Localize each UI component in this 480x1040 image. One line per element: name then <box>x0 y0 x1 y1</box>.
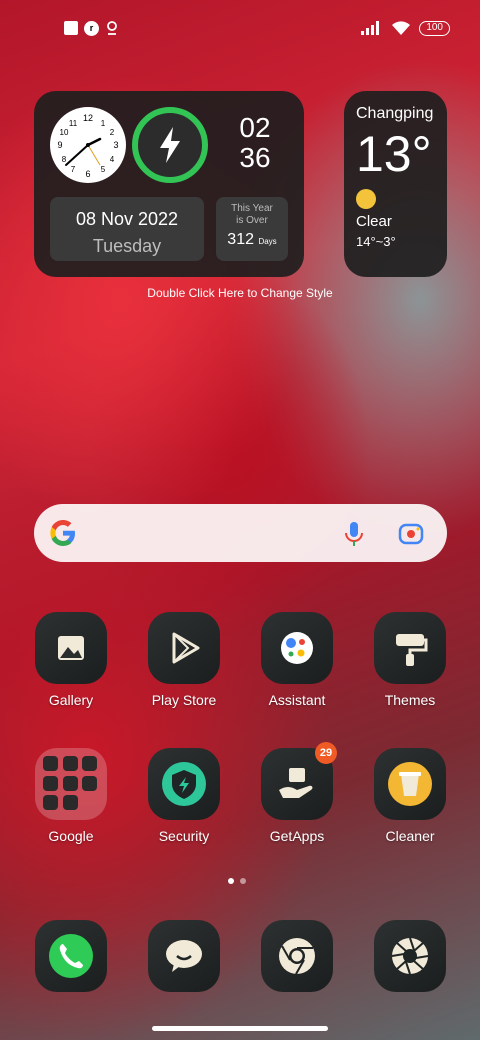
google-mini-icon <box>62 756 78 771</box>
cleaner-icon <box>374 748 446 820</box>
app-getapps[interactable]: 29 GetApps <box>249 742 345 844</box>
phone-icon <box>35 920 107 992</box>
year-over-label: This Year is Over <box>216 203 288 227</box>
page-indicator <box>228 878 246 884</box>
app-gallery[interactable]: Gallery <box>23 612 119 708</box>
app-notification-icon <box>64 21 78 35</box>
google-folder-icon <box>35 748 107 820</box>
weather-city: Changping <box>356 105 434 122</box>
app-label: Play Store <box>151 692 217 708</box>
sun-icon <box>356 189 376 209</box>
play-store-icon <box>148 612 220 684</box>
app-themes[interactable]: Themes <box>362 612 458 708</box>
digital-clock: 02 36 <box>230 113 280 173</box>
weekday-text: Tuesday <box>92 236 162 256</box>
app-play-store[interactable]: Play Store <box>136 612 232 708</box>
svg-text:9: 9 <box>57 140 62 150</box>
status-bar: r 100 <box>0 14 480 42</box>
app-label: GetApps <box>269 828 325 844</box>
system-icons: 100 <box>361 20 450 36</box>
google-lens-icon[interactable] <box>397 520 425 548</box>
page-dot-active <box>228 878 234 884</box>
notification-badge: 29 <box>315 742 337 764</box>
svg-text:1: 1 <box>101 119 106 128</box>
year-over-line2: is Over <box>236 215 268 226</box>
app-label: Themes <box>384 692 436 708</box>
security-icon <box>148 748 220 820</box>
svg-text:3: 3 <box>113 140 118 150</box>
drive-mini-icon <box>62 775 78 791</box>
app-cleaner[interactable]: Cleaner <box>362 748 458 844</box>
notification-icons: r <box>64 20 119 36</box>
app-label: Cleaner <box>385 828 435 844</box>
gallery-icon <box>35 612 107 684</box>
home-indicator[interactable] <box>152 1026 328 1031</box>
days-count: 312 Days <box>216 231 288 249</box>
svg-text:12: 12 <box>83 113 93 123</box>
svg-text:4: 4 <box>110 155 115 164</box>
svg-text:2: 2 <box>110 128 115 137</box>
assistant-icon <box>261 612 333 684</box>
charging-indicator <box>132 107 208 183</box>
weather-range: 14°~3° <box>356 234 396 249</box>
date-text: 08 Nov 2022 <box>75 209 179 229</box>
days-unit: Days <box>258 237 277 246</box>
location-notification-icon <box>107 21 117 35</box>
app-google-folder[interactable]: Google <box>23 748 119 844</box>
days-number: 312 <box>227 231 254 248</box>
svg-text:7: 7 <box>71 165 76 174</box>
year-over-line1: This Year <box>231 203 273 214</box>
date-box: 08 Nov 2022 Tuesday <box>50 197 204 261</box>
weather-widget[interactable]: Changping 13° Clear 14°~3° <box>344 91 447 277</box>
clock-minutes: 36 <box>239 142 271 173</box>
weather-condition: Clear <box>356 213 392 230</box>
dock-phone[interactable] <box>23 920 119 992</box>
svg-text:6: 6 <box>85 169 90 179</box>
camera-icon <box>374 920 446 992</box>
clock-hours: 02 <box>239 112 271 143</box>
chrome-icon <box>261 920 333 992</box>
duo-mini-icon <box>82 775 98 791</box>
wifi-icon <box>392 21 411 35</box>
widget-hint[interactable]: Double Click Here to Change Style <box>0 286 480 300</box>
clock-widget[interactable]: 12 3 6 9 1 2 4 5 7 8 10 11 02 36 08 Nov … <box>34 91 304 277</box>
voice-search-icon[interactable] <box>343 520 365 548</box>
svg-text:8: 8 <box>62 155 67 164</box>
app-label: Gallery <box>48 692 94 708</box>
svg-text:11: 11 <box>69 119 78 128</box>
gmail-mini-icon <box>43 756 58 771</box>
getapps-icon: 29 <box>261 742 337 820</box>
dock-chrome[interactable] <box>249 920 345 992</box>
weather-temperature: 13° <box>356 126 432 182</box>
reddit-notification-icon: r <box>84 20 99 36</box>
lightning-icon <box>160 127 180 163</box>
app-security[interactable]: Security <box>136 748 232 844</box>
messages-icon <box>148 920 220 992</box>
youtube-mini-icon <box>43 775 58 791</box>
photos-mini-icon <box>43 795 58 811</box>
google-search-bar[interactable] <box>34 504 447 562</box>
page-dot <box>240 878 246 884</box>
files-mini-icon <box>62 795 78 811</box>
battery-indicator: 100 <box>419 20 450 36</box>
app-label: Google <box>48 828 94 844</box>
app-label: Security <box>158 828 210 844</box>
year-progress-box: This Year is Over 312 Days <box>216 197 288 261</box>
app-label: Assistant <box>268 692 326 708</box>
maps-mini-icon <box>82 756 98 771</box>
svg-text:5: 5 <box>101 165 106 174</box>
google-g-icon <box>50 520 75 546</box>
dock-messages[interactable] <box>136 920 232 992</box>
signal-icon <box>361 21 380 35</box>
analog-clock: 12 3 6 9 1 2 4 5 7 8 10 11 <box>50 107 126 183</box>
dock-camera[interactable] <box>362 920 458 992</box>
svg-text:10: 10 <box>60 128 69 137</box>
app-assistant[interactable]: Assistant <box>249 612 345 708</box>
themes-icon <box>374 612 446 684</box>
